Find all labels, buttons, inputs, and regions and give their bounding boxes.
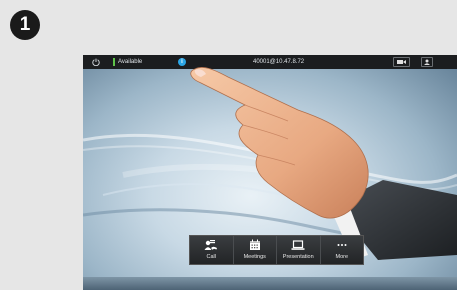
call-icon bbox=[204, 240, 218, 250]
menu-item-call-label: Call bbox=[206, 254, 216, 260]
menu-item-more-label: More bbox=[335, 254, 349, 260]
screen-bottom-edge bbox=[83, 277, 457, 290]
bottom-menu-bar: Call Meetings Presentation More bbox=[189, 235, 364, 265]
more-icon bbox=[337, 244, 347, 246]
menu-item-presentation-label: Presentation bbox=[282, 254, 314, 260]
menu-item-more[interactable]: More bbox=[321, 236, 364, 264]
page: 1 Available i 40001@10.47.8.72 Call Meet… bbox=[0, 0, 457, 290]
step-number-badge: 1 bbox=[10, 10, 40, 40]
menu-item-presentation[interactable]: Presentation bbox=[277, 236, 321, 264]
menu-item-meetings-label: Meetings bbox=[243, 254, 266, 260]
laptop-icon bbox=[291, 240, 305, 250]
touch-screen: Available i 40001@10.47.8.72 Call Meetin… bbox=[83, 55, 457, 290]
menu-item-meetings[interactable]: Meetings bbox=[234, 236, 277, 264]
menu-item-call[interactable]: Call bbox=[190, 236, 234, 264]
calendar-icon bbox=[249, 239, 260, 250]
